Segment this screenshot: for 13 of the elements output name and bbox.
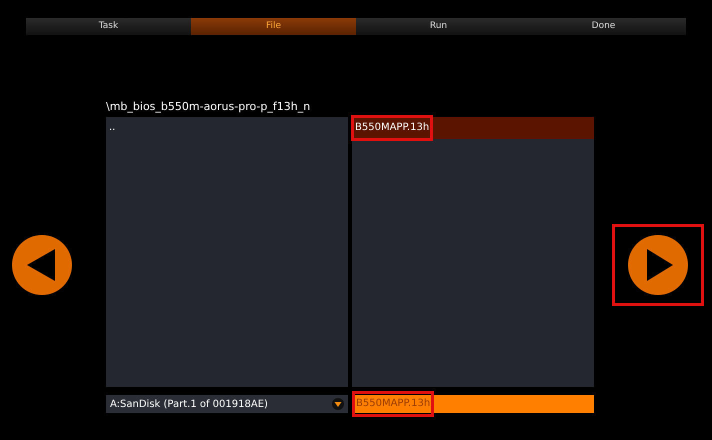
path-label: \mb_bios_b550m-aorus-pro-p_f13h_n — [106, 99, 312, 115]
drive-dropdown[interactable]: A:SanDisk (Part.1 of 001918AE) — [106, 395, 348, 413]
tab[interactable]: Task — [26, 18, 191, 35]
file-name-value: B550MAPP.13h — [356, 398, 430, 409]
file-name: B550MAPP.13h — [355, 122, 430, 133]
tab[interactable]: Run — [356, 18, 521, 35]
drive-label: A:SanDisk (Part.1 of 001918AE) — [110, 398, 268, 412]
tab[interactable]: Done — [521, 18, 686, 35]
file-name: .. — [109, 122, 116, 133]
tab[interactable]: File — [191, 18, 356, 35]
file-row[interactable]: .. — [106, 117, 348, 139]
file-row[interactable]: B550MAPP.13h — [352, 117, 594, 139]
dropdown-icon[interactable] — [332, 398, 344, 410]
